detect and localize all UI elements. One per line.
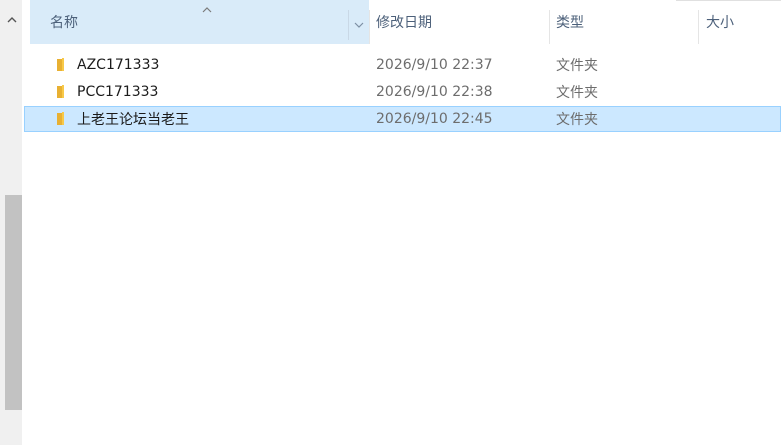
column-divider[interactable] [549,10,550,44]
vertical-scrollbar[interactable] [0,0,24,445]
folder-icon [54,57,70,73]
column-divider[interactable] [698,10,699,44]
header-top-rule [676,0,781,1]
column-header-name-label: 名称 [50,15,78,31]
column-header-date[interactable]: 修改日期 [376,0,546,44]
scroll-up-arrow-icon[interactable] [0,8,24,30]
sort-ascending-icon [202,2,212,17]
column-header-name[interactable]: 名称 [30,0,369,44]
column-header-date-label: 修改日期 [376,15,432,31]
column-header-type-label: 类型 [556,15,584,31]
file-type: 文件夹 [556,85,598,101]
file-name: PCC171333 [77,84,159,100]
folder-icon [54,111,70,127]
column-header-type[interactable]: 类型 [556,0,696,44]
file-date: 2026/9/10 22:38 [376,84,493,100]
file-name: 上老王论坛当老王 [77,112,189,128]
column-header-size[interactable]: 大小 [706,0,776,44]
file-row-selected[interactable]: 上老王论坛当老王 2026/9/10 22:45 文件夹 [24,106,781,132]
file-row[interactable]: AZC171333 2026/9/10 22:37 文件夹 [24,52,781,78]
file-explorer: 名称 修改日期 类型 大小 AZC171333 2026/9/10 22:37 … [0,0,781,445]
file-type: 文件夹 [556,112,598,128]
scrollbar-thumb[interactable] [5,195,22,410]
file-name: AZC171333 [77,57,160,73]
file-row[interactable]: PCC171333 2026/9/10 22:38 文件夹 [24,79,781,105]
column-header-bar: 名称 修改日期 类型 大小 [24,0,781,44]
file-date: 2026/9/10 22:37 [376,57,493,73]
column-divider[interactable] [369,10,370,44]
folder-icon [54,84,70,100]
file-type: 文件夹 [556,58,598,74]
file-date: 2026/9/10 22:45 [376,111,493,127]
column-header-size-label: 大小 [706,15,734,31]
file-list: AZC171333 2026/9/10 22:37 文件夹 PCC171333 … [24,52,781,133]
column-filter-dropdown-icon[interactable] [348,10,369,40]
